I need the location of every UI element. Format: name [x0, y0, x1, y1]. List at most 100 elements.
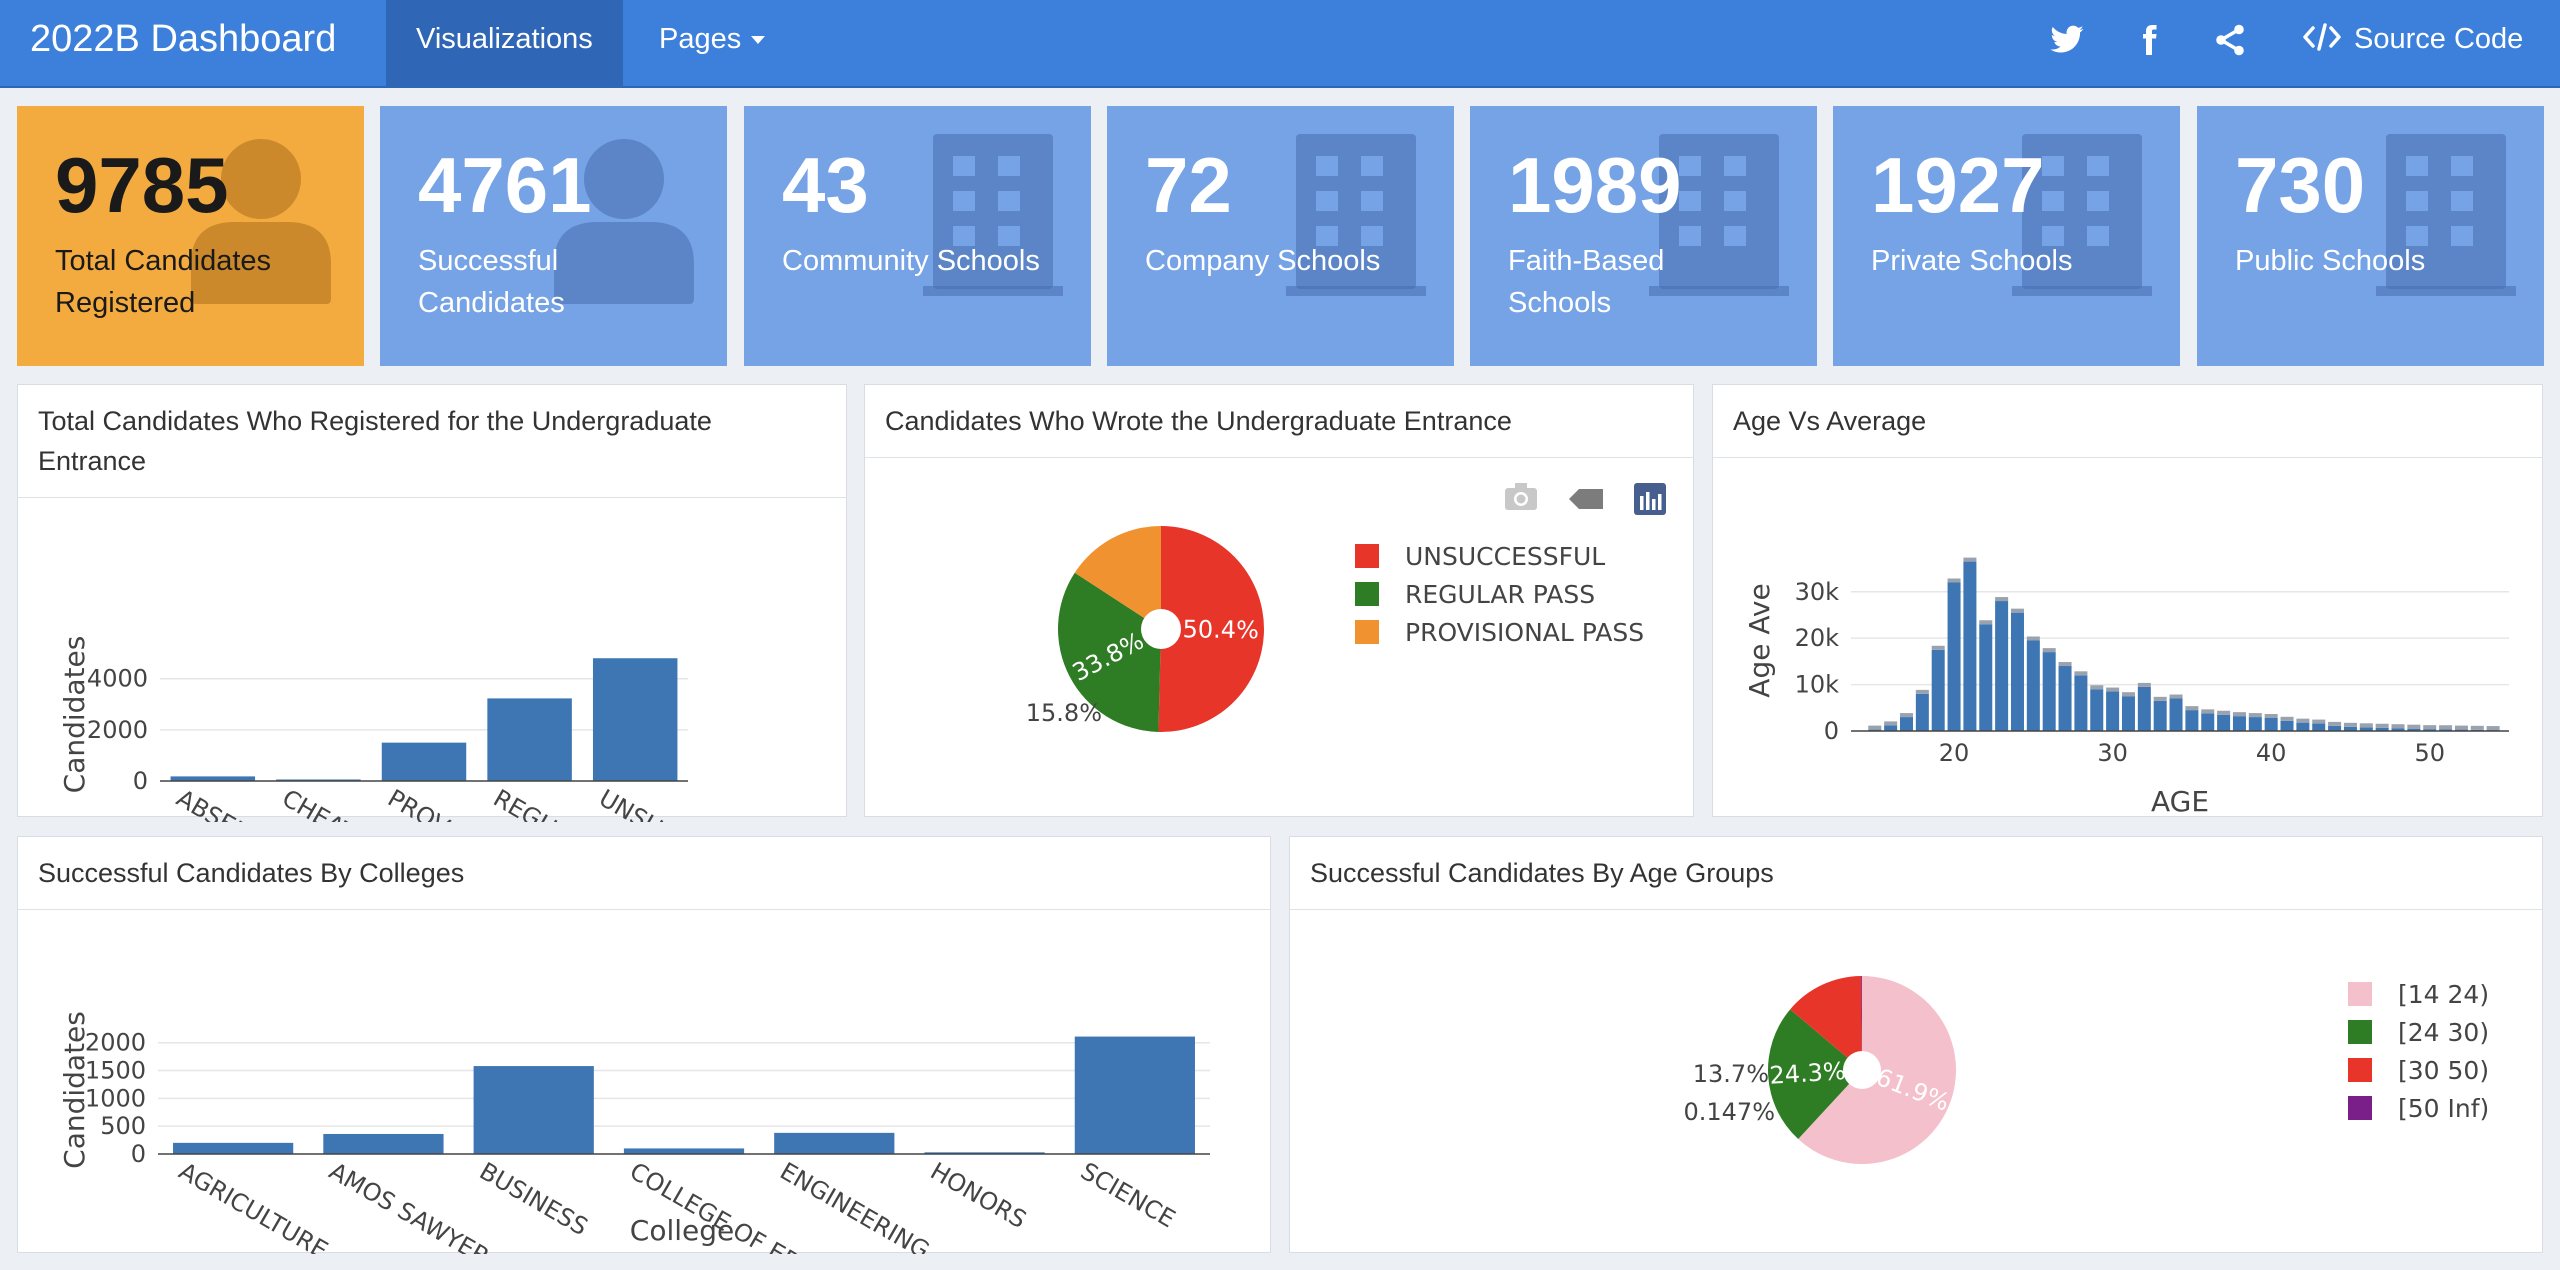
bar[interactable] [1915, 693, 1929, 731]
bar[interactable] [2280, 720, 2294, 731]
stat-card: 72 Company Schools [1107, 106, 1454, 366]
bar[interactable] [2169, 698, 2183, 731]
bar-cap [1884, 721, 1898, 726]
bar-cap [2201, 709, 2215, 714]
stat-label: Total Candidates Registered [55, 245, 272, 319]
legend-swatch[interactable] [1355, 544, 1379, 568]
bar[interactable] [1995, 601, 2009, 731]
legend-swatch[interactable] [2348, 1020, 2372, 1044]
bar-cap [1915, 689, 1929, 694]
x-tick-label: ENGINEERING [775, 1157, 934, 1254]
facebook-icon[interactable] [2131, 22, 2167, 58]
stat-label: Successful Candidates [418, 245, 565, 319]
bar-cap [2042, 648, 2056, 653]
bar-cap [2328, 721, 2342, 726]
bar-cap [2169, 694, 2183, 699]
nav-visualizations[interactable]: Visualizations [386, 0, 623, 88]
bar-cap [2391, 724, 2405, 729]
bar[interactable] [2328, 725, 2342, 731]
bar[interactable] [2106, 691, 2120, 731]
brand-title[interactable]: 2022B Dashboard [30, 0, 336, 88]
source-code-link[interactable]: Source Code [2302, 0, 2523, 88]
bar-cap [1995, 597, 2009, 602]
x-tick-label: AGRICULTURE [174, 1157, 332, 1254]
pie-hole [1843, 1051, 1881, 1089]
stat-label: Faith-Based Schools [1508, 245, 1665, 319]
chevron-down-icon [751, 36, 766, 45]
legend-swatch[interactable] [2348, 1058, 2372, 1082]
colleges-bar-chart[interactable]: 0500100015002000AGRICULTUREAMOS SAWYER C… [18, 910, 1270, 1270]
camera-icon[interactable] [1505, 483, 1537, 510]
stat-card: 43 Community Schools [744, 106, 1091, 366]
bar-cap [2090, 685, 2104, 690]
bar[interactable] [2026, 640, 2040, 732]
bar[interactable] [2296, 722, 2310, 731]
bar[interactable] [2153, 700, 2167, 731]
bar[interactable] [323, 1133, 444, 1154]
bar[interactable] [2185, 710, 2199, 731]
bar[interactable] [2217, 714, 2231, 731]
legend-swatch[interactable] [2348, 1096, 2372, 1120]
y-tick-label: 20k [1795, 624, 1840, 652]
bar-cap [1947, 578, 1961, 583]
x-tick-label: UNSUCCESSFUL [594, 784, 775, 822]
bar[interactable] [487, 698, 572, 781]
y-tick-label: 4000 [87, 665, 148, 693]
registered-bar-chart[interactable]: 020004000ABSENTCHEATEDPROVISIONAL PASSRE… [18, 498, 846, 923]
bar[interactable] [1931, 649, 1945, 731]
bar[interactable] [2312, 723, 2326, 731]
bar-cap [1868, 725, 1882, 730]
wrote-pie-chart[interactable]: 50.4%33.8%15.8%UNSUCCESSFULREGULAR PASSP… [865, 458, 1693, 818]
age-average-bar-chart[interactable]: 0 10k 20k 30k 20 30 40 50 Age Ave AGE [1713, 458, 2542, 818]
x-axis-title: AGE [2151, 785, 2209, 818]
panel-title: Age Vs Average [1713, 385, 2542, 458]
bar[interactable] [2264, 718, 2278, 731]
stat-label: Community Schools [782, 245, 1040, 277]
bar[interactable] [2248, 717, 2262, 731]
bar[interactable] [381, 742, 467, 781]
bar[interactable] [1979, 624, 1993, 731]
panel-title: Total Candidates Who Registered for the … [18, 385, 846, 498]
bar[interactable] [1963, 561, 1977, 731]
bar[interactable] [1899, 717, 1913, 731]
bar[interactable] [1884, 725, 1898, 731]
bar[interactable] [473, 1066, 594, 1154]
bar[interactable] [1074, 1036, 1195, 1154]
twitter-icon[interactable] [2049, 22, 2085, 58]
bar-cap [2248, 713, 2262, 718]
bar[interactable] [2010, 612, 2024, 731]
legend-label: [24 30) [2398, 1018, 2489, 1047]
y-tick-label: 2000 [87, 716, 148, 744]
navbar: 2022B Dashboard Visualizations Pages Sou… [0, 0, 2560, 88]
nav-pages[interactable]: Pages [629, 0, 795, 88]
legend-swatch[interactable] [1355, 620, 1379, 644]
bar[interactable] [592, 658, 678, 781]
y-tick-label: 2000 [85, 1029, 146, 1057]
legend-swatch[interactable] [1355, 582, 1379, 606]
bar[interactable] [173, 1142, 294, 1154]
bar[interactable] [2137, 686, 2151, 731]
bar[interactable] [2042, 652, 2056, 731]
bar[interactable] [774, 1132, 895, 1154]
bar[interactable] [623, 1148, 745, 1154]
bar-chart-icon[interactable] [1634, 483, 1666, 515]
bar[interactable] [2074, 675, 2088, 731]
legend-swatch[interactable] [2348, 982, 2372, 1006]
stat-value: 43 [782, 141, 869, 229]
bar[interactable] [2232, 716, 2246, 731]
x-tick-label: 40 [2256, 739, 2287, 767]
bar-cap [2074, 671, 2088, 676]
share-icon[interactable] [2212, 22, 2248, 58]
bar[interactable] [1947, 582, 1961, 731]
bar[interactable] [2058, 666, 2072, 731]
stat-label: Public Schools [2235, 245, 2426, 277]
panel-registered: Total Candidates Who Registered for the … [17, 384, 847, 923]
bar[interactable] [2090, 689, 2104, 731]
pie-label: 50.4% [1182, 615, 1259, 644]
bar-cap [1979, 620, 1993, 625]
bar[interactable] [2201, 713, 2215, 731]
x-axis-title: College [630, 1214, 734, 1247]
bar[interactable] [2121, 696, 2135, 731]
age-groups-pie-chart[interactable]: 61.9%24.3%13.7%0.147%[14 24)[24 30)[30 5… [1290, 910, 2542, 1254]
tag-icon[interactable] [1569, 489, 1603, 509]
